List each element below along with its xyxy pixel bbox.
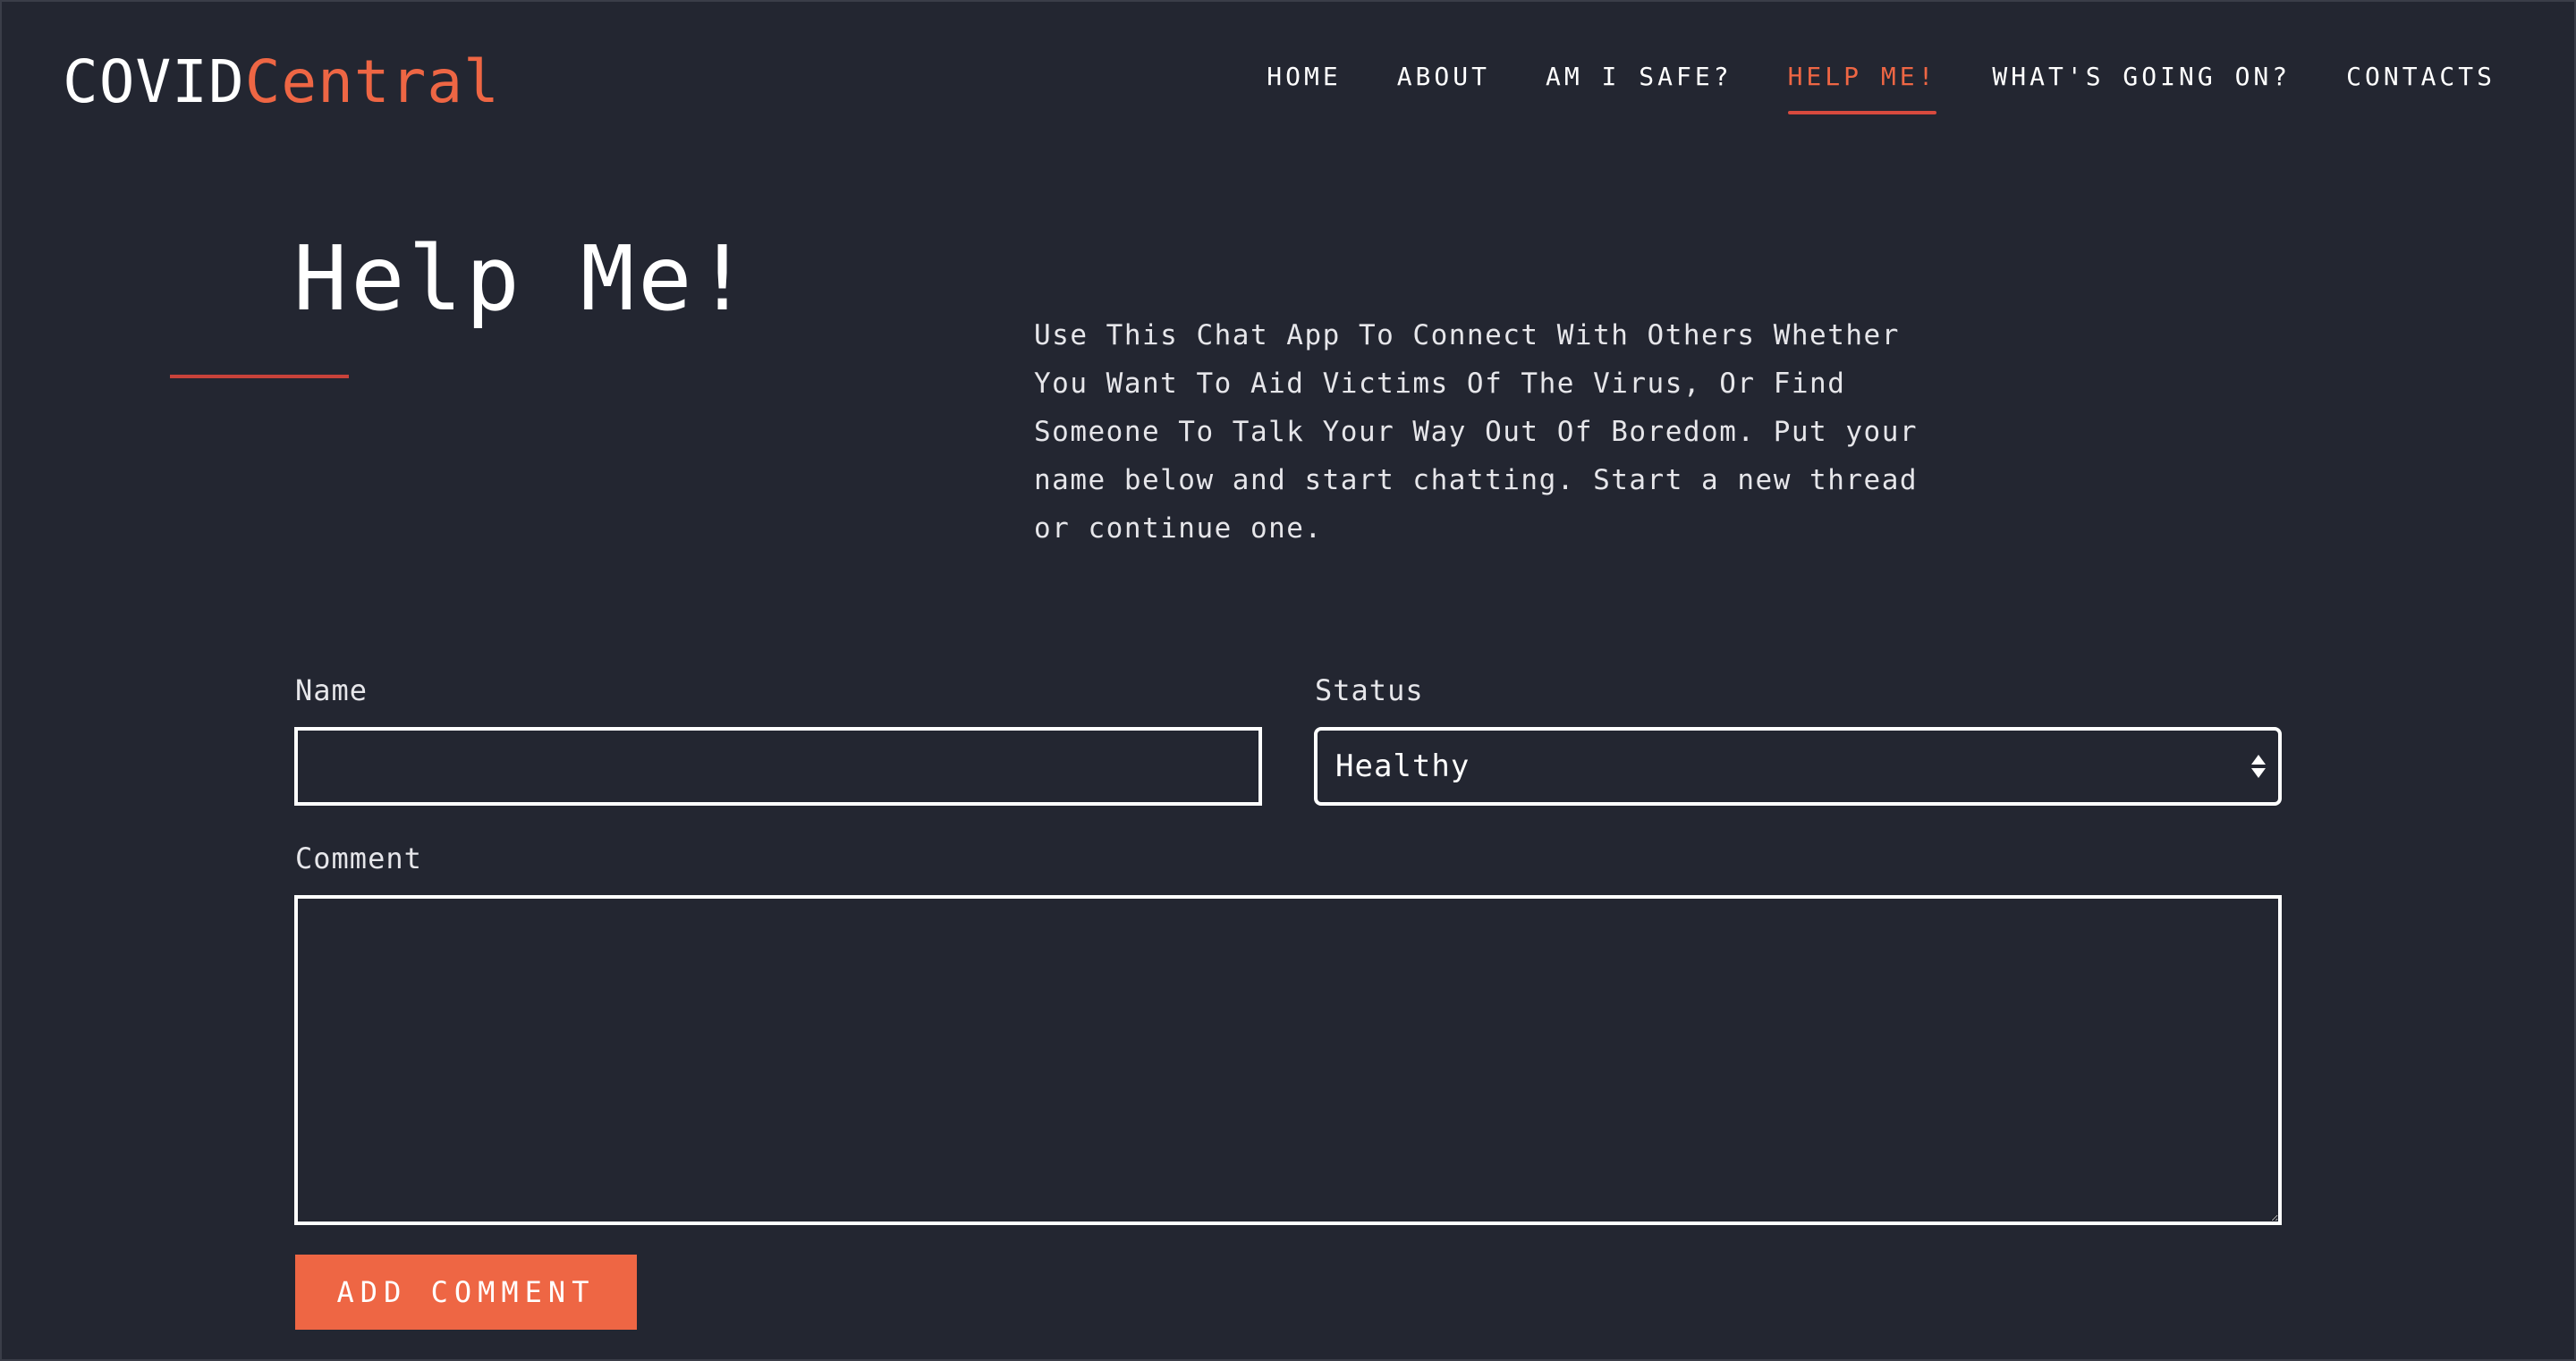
nav-item-home[interactable]: HOME: [1267, 61, 1341, 93]
nav-item-about[interactable]: ABOUT: [1397, 61, 1490, 93]
status-label: Status: [1315, 673, 1424, 707]
logo-part-central: Central: [244, 47, 500, 116]
main-nav: HOME ABOUT AM I SAFE? HELP ME! WHAT'S GO…: [1267, 61, 2496, 114]
comment-textarea[interactable]: [294, 895, 2282, 1225]
nav-item-contacts[interactable]: CONTACTS: [2346, 61, 2496, 93]
name-input[interactable]: [294, 727, 1262, 806]
name-label: Name: [295, 673, 369, 707]
page-title: Help Me!: [293, 226, 753, 331]
nav-item-help-me[interactable]: HELP ME!: [1787, 61, 1937, 114]
status-selected-value: Healthy: [1335, 748, 1470, 784]
site-logo[interactable]: COVIDCentral: [63, 48, 500, 116]
comment-label: Comment: [295, 841, 422, 875]
nav-item-whats-going-on[interactable]: WHAT'S GOING ON?: [1992, 61, 2291, 93]
status-select[interactable]: Healthy: [1314, 727, 2282, 806]
add-comment-button[interactable]: ADD COMMENT: [295, 1255, 637, 1330]
title-underline: [170, 375, 349, 378]
nav-item-am-i-safe[interactable]: AM I SAFE?: [1546, 61, 1733, 93]
intro-text: Use This Chat App To Connect With Others…: [1034, 319, 1919, 545]
logo-part-covid: COVID: [63, 47, 245, 116]
select-arrows-icon: [2251, 755, 2266, 778]
